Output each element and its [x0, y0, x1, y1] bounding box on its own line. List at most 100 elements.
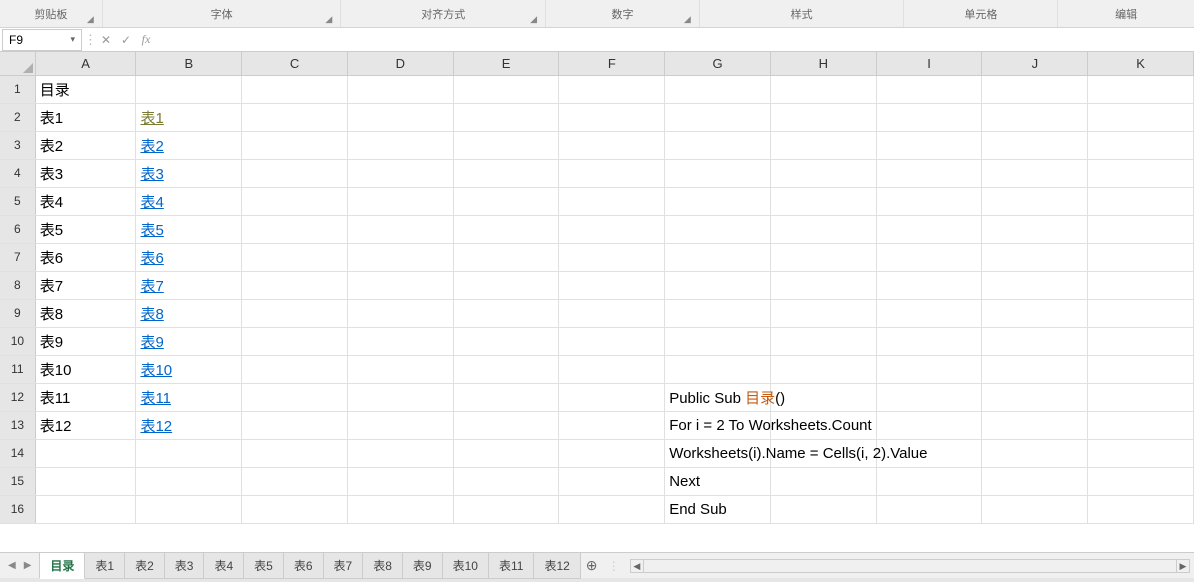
cell[interactable]: [1088, 327, 1194, 355]
cell[interactable]: [559, 355, 665, 383]
row-header[interactable]: 8: [0, 271, 35, 299]
sheet-tab[interactable]: 目录: [39, 553, 85, 579]
cell[interactable]: [770, 159, 876, 187]
cell[interactable]: [242, 467, 348, 495]
cell[interactable]: [347, 383, 453, 411]
cell[interactable]: 表1: [136, 103, 242, 131]
cell[interactable]: [982, 411, 1088, 439]
cell[interactable]: [876, 467, 982, 495]
hyperlink[interactable]: 表5: [140, 222, 163, 239]
column-header[interactable]: G: [665, 52, 771, 75]
cell[interactable]: [982, 243, 1088, 271]
cell[interactable]: [1088, 495, 1194, 523]
cell[interactable]: [559, 75, 665, 103]
cell[interactable]: [347, 75, 453, 103]
cell[interactable]: [347, 327, 453, 355]
cell[interactable]: [770, 243, 876, 271]
cell[interactable]: [347, 355, 453, 383]
hyperlink[interactable]: 表8: [140, 306, 163, 323]
sheet-tab[interactable]: 表4: [203, 553, 244, 579]
cell[interactable]: [559, 467, 665, 495]
cell[interactable]: [1088, 299, 1194, 327]
cancel-icon[interactable]: ✕: [96, 33, 116, 47]
cell[interactable]: [876, 159, 982, 187]
cell[interactable]: 表5: [136, 215, 242, 243]
cell[interactable]: [982, 75, 1088, 103]
add-sheet-button[interactable]: ⊕: [580, 555, 602, 576]
hyperlink[interactable]: 表11: [140, 390, 171, 407]
cell[interactable]: [770, 327, 876, 355]
column-header[interactable]: H: [770, 52, 876, 75]
cell[interactable]: [876, 187, 982, 215]
cell[interactable]: [242, 495, 348, 523]
cell[interactable]: [982, 355, 1088, 383]
row-header[interactable]: 13: [0, 411, 35, 439]
sheet-tab[interactable]: 表5: [243, 553, 284, 579]
cell[interactable]: 表11: [136, 383, 242, 411]
row-header[interactable]: 14: [0, 439, 35, 467]
cell[interactable]: [665, 243, 771, 271]
cell[interactable]: [982, 467, 1088, 495]
cell[interactable]: [1088, 383, 1194, 411]
column-header[interactable]: I: [876, 52, 982, 75]
cell[interactable]: [242, 383, 348, 411]
cell[interactable]: [242, 327, 348, 355]
cell[interactable]: [876, 103, 982, 131]
cell[interactable]: [242, 271, 348, 299]
cell[interactable]: [453, 467, 559, 495]
cell[interactable]: [876, 495, 982, 523]
cell[interactable]: [770, 355, 876, 383]
dialog-launcher-icon[interactable]: ◢: [87, 14, 98, 25]
cell[interactable]: [242, 187, 348, 215]
cell[interactable]: [35, 467, 136, 495]
sheet-tab[interactable]: 表3: [164, 553, 205, 579]
cell[interactable]: 表12: [136, 411, 242, 439]
cell[interactable]: [1088, 243, 1194, 271]
cell[interactable]: [982, 383, 1088, 411]
cell[interactable]: [876, 243, 982, 271]
cell[interactable]: [982, 299, 1088, 327]
cell[interactable]: [770, 103, 876, 131]
cell[interactable]: 表9: [35, 327, 136, 355]
cell[interactable]: [453, 187, 559, 215]
tab-nav-prev-icon[interactable]: ◀: [6, 558, 18, 573]
row-header[interactable]: 1: [0, 75, 35, 103]
column-header[interactable]: K: [1088, 52, 1194, 75]
cell[interactable]: [770, 187, 876, 215]
cell[interactable]: 表2: [136, 131, 242, 159]
cell[interactable]: 目录: [35, 75, 136, 103]
cell[interactable]: [1088, 131, 1194, 159]
cell[interactable]: [982, 131, 1088, 159]
cell[interactable]: [982, 271, 1088, 299]
cell[interactable]: [770, 495, 876, 523]
cell[interactable]: 表6: [136, 243, 242, 271]
cell[interactable]: Worksheets(i).Name = Cells(i, 2).Value: [665, 439, 771, 467]
cell[interactable]: [665, 271, 771, 299]
row-header[interactable]: 3: [0, 131, 35, 159]
cell[interactable]: 表4: [136, 187, 242, 215]
cell[interactable]: [453, 243, 559, 271]
cell[interactable]: [242, 75, 348, 103]
cell[interactable]: [1088, 75, 1194, 103]
sheet-tab[interactable]: 表10: [442, 553, 489, 579]
cell[interactable]: [453, 131, 559, 159]
cell[interactable]: 表6: [35, 243, 136, 271]
cell[interactable]: [876, 271, 982, 299]
cell[interactable]: [453, 103, 559, 131]
hyperlink[interactable]: 表4: [140, 194, 163, 211]
dialog-launcher-icon[interactable]: ◢: [530, 14, 541, 25]
cell[interactable]: End Sub: [665, 495, 771, 523]
cell[interactable]: 表7: [35, 271, 136, 299]
hyperlink[interactable]: 表2: [140, 138, 163, 155]
cell[interactable]: 表12: [35, 411, 136, 439]
cell[interactable]: [453, 411, 559, 439]
cell[interactable]: [242, 243, 348, 271]
cell[interactable]: [242, 131, 348, 159]
cell[interactable]: [770, 467, 876, 495]
cell[interactable]: [665, 299, 771, 327]
spreadsheet-grid[interactable]: A B C D E F G H I J K 1目录2表1表13表2表24表3表3…: [0, 52, 1194, 552]
cell[interactable]: [876, 383, 982, 411]
row-header[interactable]: 16: [0, 495, 35, 523]
cell[interactable]: [242, 439, 348, 467]
cell[interactable]: [559, 495, 665, 523]
